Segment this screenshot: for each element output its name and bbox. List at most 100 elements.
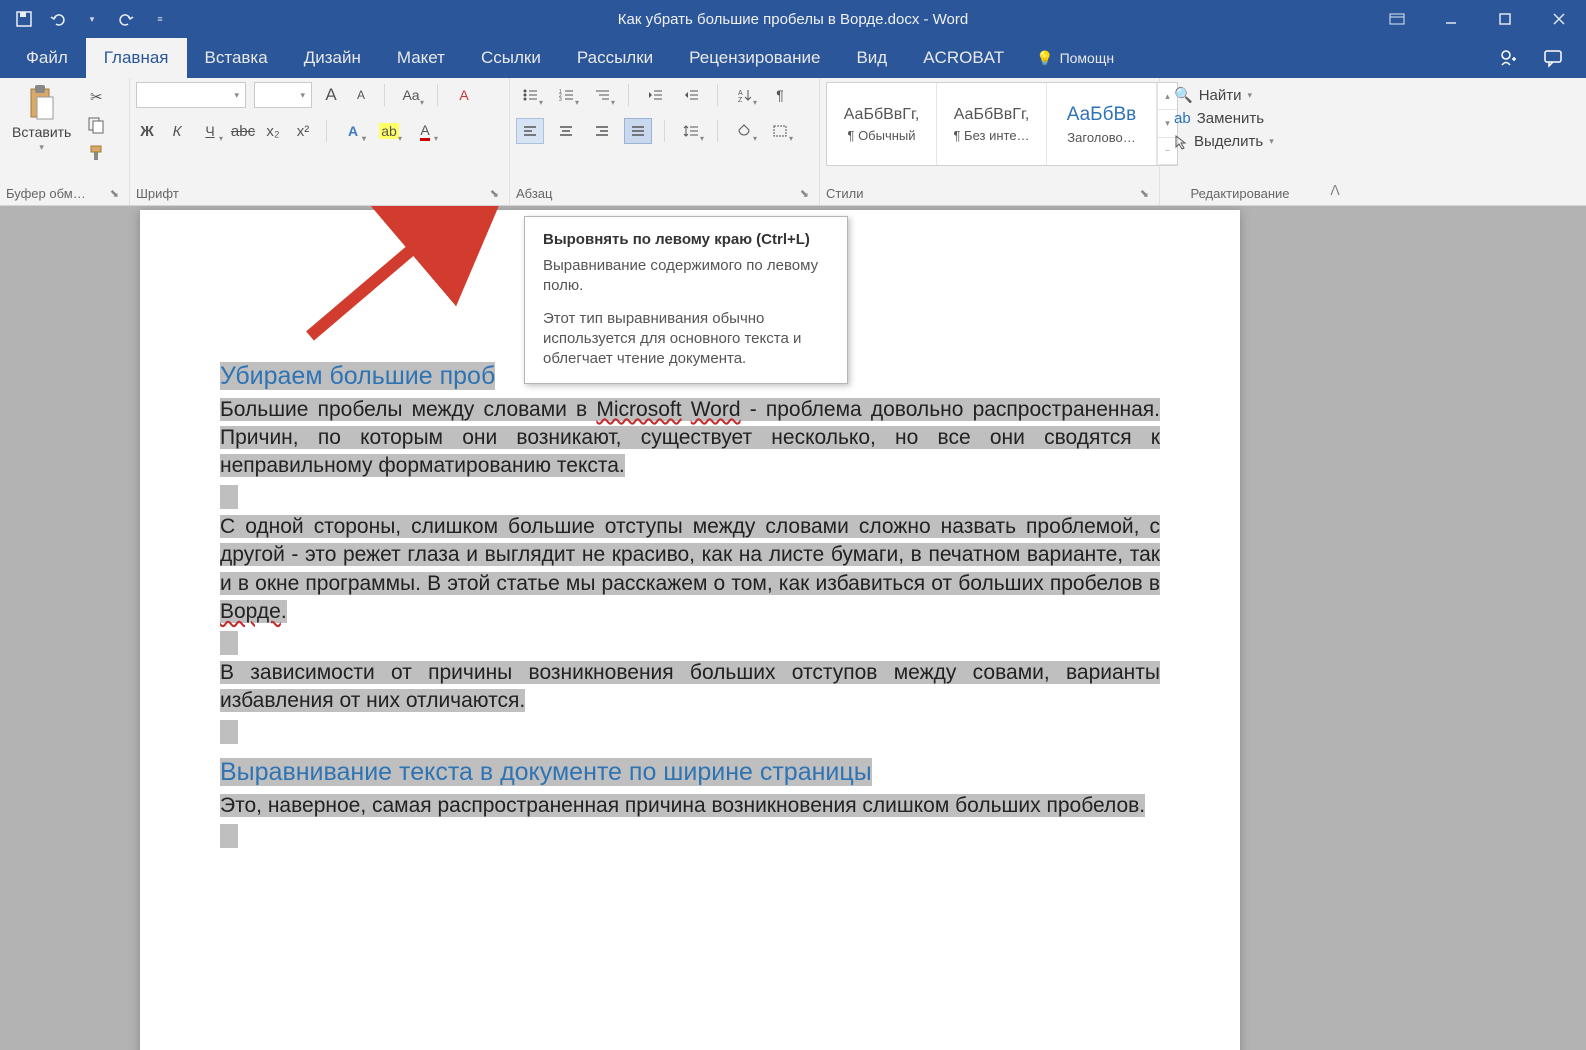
copy-icon[interactable] — [85, 114, 107, 136]
comments-icon[interactable] — [1542, 47, 1564, 69]
select-button[interactable]: Выделить▾ — [1174, 133, 1274, 150]
svg-text:Z: Z — [738, 97, 743, 102]
superscript-button[interactable]: x² — [292, 120, 314, 142]
ribbon-display-icon[interactable] — [1370, 0, 1424, 38]
ribbon-tabs: Файл Главная Вставка Дизайн Макет Ссылки… — [0, 38, 1586, 78]
collapse-ribbon-icon[interactable]: ᐱ — [1320, 78, 1350, 205]
font-size-combo[interactable]: ▾ — [254, 82, 312, 108]
qat-customize-icon[interactable]: ≡ — [150, 9, 170, 29]
minimize-icon[interactable] — [1424, 0, 1478, 38]
redo-icon[interactable] — [116, 9, 136, 29]
close-icon[interactable] — [1532, 0, 1586, 38]
highlight-icon[interactable]: ab — [375, 118, 403, 144]
borders-icon[interactable] — [766, 118, 794, 144]
undo-dropdown-icon[interactable]: ▾ — [82, 9, 102, 29]
paste-button[interactable]: Вставить ▾ — [6, 82, 77, 155]
doc-p4: Это, наверное, самая распространенная пр… — [220, 794, 1145, 817]
format-painter-icon[interactable] — [85, 142, 107, 164]
font-launcher-icon[interactable]: ⬊ — [490, 187, 503, 200]
shrink-font-icon[interactable]: A — [350, 84, 372, 106]
decrease-indent-icon[interactable] — [641, 82, 669, 108]
undo-icon[interactable] — [48, 9, 68, 29]
clear-formatting-icon[interactable]: A — [450, 82, 478, 108]
italic-button[interactable]: К — [166, 120, 188, 142]
style-normal[interactable]: АаБбВвГг, ¶ Обычный — [827, 83, 937, 165]
lightbulb-icon: 💡 — [1036, 50, 1053, 67]
paragraph-launcher-icon[interactable]: ⬊ — [800, 187, 813, 200]
maximize-icon[interactable] — [1478, 0, 1532, 38]
align-center-button[interactable] — [552, 118, 580, 144]
tab-layout[interactable]: Макет — [379, 38, 463, 78]
grow-font-icon[interactable]: A — [320, 84, 342, 106]
tab-design[interactable]: Дизайн — [286, 38, 379, 78]
svg-text:A: A — [738, 90, 743, 97]
styles-group-label: Стили — [826, 186, 863, 201]
subscript-button[interactable]: x₂ — [262, 120, 284, 142]
bold-button[interactable]: Ж — [136, 120, 158, 142]
line-spacing-icon[interactable] — [677, 118, 705, 144]
tab-view[interactable]: Вид — [838, 38, 905, 78]
align-right-button[interactable] — [588, 118, 616, 144]
group-paragraph: 123 AZ ¶ Абзац ⬊ — [510, 78, 820, 205]
justify-button[interactable] — [624, 118, 652, 144]
sort-icon[interactable]: AZ — [730, 82, 758, 108]
paste-label: Вставить — [12, 124, 71, 140]
clipboard-group-label: Буфер обм… — [6, 186, 86, 201]
numbering-icon[interactable]: 123 — [552, 82, 580, 108]
share-icon[interactable] — [1498, 47, 1520, 69]
doc-heading-1: Убираем большие проб — [220, 362, 495, 390]
clipboard-icon — [23, 84, 61, 122]
empty-paragraph-sel — [220, 631, 238, 655]
doc-p2: С одной стороны, слишком большие отступы… — [220, 515, 1160, 623]
text-effects-icon[interactable]: A — [339, 118, 367, 144]
tooltip-align-left: Выровнять по левому краю (Ctrl+L) Выравн… — [524, 216, 848, 384]
group-font: ▾ ▾ A A Aa A Ж К Ч abc x₂ x² A ab A — [130, 78, 510, 205]
search-icon: 🔍 — [1174, 86, 1193, 104]
empty-paragraph-sel — [220, 485, 238, 509]
replace-button[interactable]: abЗаменить — [1174, 110, 1274, 127]
empty-paragraph-sel — [220, 720, 238, 744]
increase-indent-icon[interactable] — [677, 82, 705, 108]
style-no-spacing[interactable]: АаБбВвГг, ¶ Без инте… — [937, 83, 1047, 165]
find-button[interactable]: 🔍Найти▾ — [1174, 86, 1274, 104]
tab-insert[interactable]: Вставка — [187, 38, 286, 78]
tab-mailings[interactable]: Рассылки — [559, 38, 671, 78]
font-color-icon[interactable]: A — [411, 118, 439, 144]
show-marks-icon[interactable]: ¶ — [766, 82, 794, 108]
shading-icon[interactable] — [730, 118, 758, 144]
font-group-label: Шрифт — [136, 186, 179, 201]
replace-icon: ab — [1174, 110, 1191, 127]
group-clipboard: Вставить ▾ ✂ Буфер обм… ⬊ — [0, 78, 130, 205]
tooltip-line2: Этот тип выравнивания обычно используетс… — [543, 309, 829, 370]
align-left-button[interactable] — [516, 118, 544, 144]
ribbon: Вставить ▾ ✂ Буфер обм… ⬊ ▾ ▾ A A Aa A — [0, 78, 1586, 206]
group-styles: АаБбВвГг, ¶ Обычный АаБбВвГг, ¶ Без инте… — [820, 78, 1160, 205]
group-editing: 🔍Найти▾ abЗаменить Выделить▾ Редактирова… — [1160, 78, 1320, 205]
doc-p3: В зависимости от причины возникновения б… — [220, 661, 1160, 712]
multilevel-list-icon[interactable] — [588, 82, 616, 108]
editing-group-label: Редактирование — [1190, 186, 1289, 201]
document-canvas[interactable]: Убираем большие проб Большие пробелы меж… — [0, 206, 1586, 1050]
strikethrough-button[interactable]: abc — [232, 120, 254, 142]
tab-review[interactable]: Рецензирование — [671, 38, 838, 78]
clipboard-launcher-icon[interactable]: ⬊ — [110, 187, 123, 200]
paragraph-group-label: Абзац — [516, 186, 552, 201]
tab-acrobat[interactable]: ACROBAT — [905, 38, 1022, 78]
tab-home[interactable]: Главная — [86, 38, 187, 78]
bullets-icon[interactable] — [516, 82, 544, 108]
cut-icon[interactable]: ✂ — [85, 86, 107, 108]
title-bar: ▾ ≡ Как убрать большие пробелы в Ворде.d… — [0, 0, 1586, 38]
tell-me-box[interactable]: 💡 Помощн — [1022, 38, 1128, 78]
save-icon[interactable] — [14, 9, 34, 29]
tab-file[interactable]: Файл — [8, 38, 86, 78]
styles-launcher-icon[interactable]: ⬊ — [1140, 187, 1153, 200]
change-case-icon[interactable]: Aa — [397, 82, 425, 108]
tab-references[interactable]: Ссылки — [463, 38, 559, 78]
font-family-combo[interactable]: ▾ — [136, 82, 246, 108]
style-heading1[interactable]: АаБбВв Заголово… — [1047, 83, 1157, 165]
svg-text:3: 3 — [559, 97, 562, 102]
underline-button[interactable]: Ч — [196, 118, 224, 144]
window-title: Как убрать большие пробелы в Ворде.docx … — [618, 11, 968, 28]
styles-gallery[interactable]: АаБбВвГг, ¶ Обычный АаБбВвГг, ¶ Без инте… — [826, 82, 1178, 166]
tell-me-placeholder: Помощн — [1060, 50, 1115, 66]
